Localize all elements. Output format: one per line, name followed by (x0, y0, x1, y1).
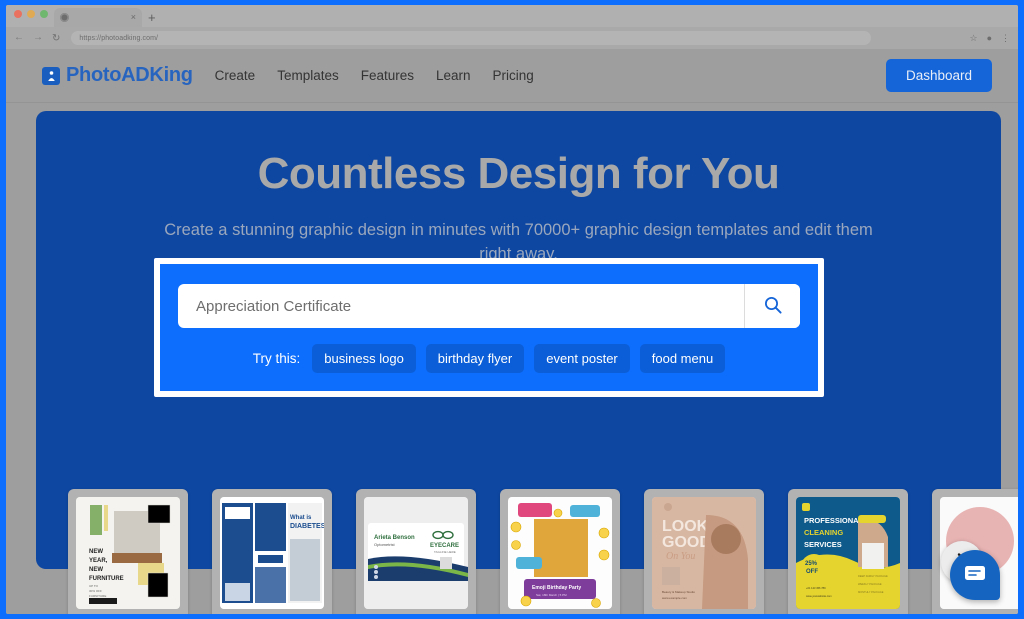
svg-text:UP TO: UP TO (89, 584, 99, 588)
new-tab-button[interactable]: + (148, 11, 156, 27)
search-highlight-box: Try this: business logo birthday flyer e… (154, 258, 824, 397)
poster-thumbnail: LOOK GOOD On You Beauty & Makeup Studio … (652, 497, 756, 609)
chat-message-icon (963, 563, 987, 588)
browser-toolbar: ← → ↻ https://photoadking.com/ ☆ ● ⋮ (6, 27, 1018, 49)
nav-item-templates[interactable]: Templates (277, 68, 339, 83)
svg-text:25%: 25% (805, 561, 818, 567)
browser-tab[interactable]: × (54, 8, 142, 27)
suggestion-chip-business-logo[interactable]: business logo (312, 344, 416, 373)
search-panel: Try this: business logo birthday flyer e… (160, 264, 818, 391)
svg-text:What is: What is (290, 515, 312, 521)
focus-frame: × + ← → ↻ https://photoadking.com/ ☆ ● ⋮ (0, 0, 1024, 619)
maximize-window-button[interactable] (40, 10, 48, 18)
svg-text:DIABETES?: DIABETES? (290, 523, 324, 530)
card-label: Brochure (247, 609, 298, 614)
svg-text:NEW: NEW (89, 567, 103, 573)
svg-text:YEAR,: YEAR, (89, 558, 108, 564)
template-card-invitation[interactable]: Emoji Birthday Party Sat, 18th March | 5… (500, 489, 620, 614)
card-label: Product Ad (817, 609, 878, 614)
template-carousel: NEW YEAR, NEW FURNITURE UP TO 30% OFF FURNIT… (68, 489, 1018, 614)
svg-text:+01 123 456 789: +01 123 456 789 (806, 586, 826, 590)
svg-text:SERVICES: SERVICES (804, 540, 842, 549)
svg-text:FURNITURE: FURNITURE (89, 594, 106, 598)
search-input[interactable] (178, 284, 744, 328)
suggestion-chip-event-poster[interactable]: event poster (534, 344, 630, 373)
address-bar[interactable]: https://photoadking.com/ (71, 31, 872, 45)
forward-icon[interactable]: → (33, 33, 43, 43)
svg-text:WEEKLY PACKAGE: WEEKLY PACKAGE (858, 582, 882, 586)
nav-item-create[interactable]: Create (215, 68, 256, 83)
nav-links: Create Templates Features Learn Pricing (215, 68, 534, 83)
svg-text:CLEANING: CLEANING (804, 528, 843, 537)
svg-text:FURNITURE: FURNITURE (89, 576, 124, 582)
logo-text: PhotoADKing (66, 64, 193, 86)
browser-window: × + ← → ↻ https://photoadking.com/ ☆ ● ⋮ (6, 5, 1018, 614)
card-label: Invitation (535, 609, 585, 614)
toolbar-actions: ☆ ● ⋮ (969, 33, 1010, 43)
suggestion-chip-birthday-flyer[interactable]: birthday flyer (425, 344, 525, 373)
svg-text:www.yourwebsite.com: www.yourwebsite.com (806, 594, 832, 598)
svg-text:Optometrist: Optometrist (374, 542, 396, 547)
svg-text:www.example.com: www.example.com (662, 596, 688, 600)
svg-text:OFF: OFF (806, 569, 818, 575)
svg-text:Beauty & Makeup Studio: Beauty & Makeup Studio (662, 590, 695, 594)
search-bar (178, 284, 800, 328)
reload-icon[interactable]: ↻ (52, 33, 60, 44)
try-this-label: Try this: (252, 351, 301, 366)
browser-menu-icon[interactable]: ⋮ (1001, 33, 1010, 43)
svg-text:Arieta Benson: Arieta Benson (374, 535, 415, 541)
svg-text:30% OFF: 30% OFF (89, 589, 102, 593)
site-navigation: PhotoADKing Create Templates Features Le… (6, 49, 1018, 103)
bookmark-star-icon[interactable]: ☆ (969, 33, 977, 43)
template-card-business-card[interactable]: Arieta Benson Optometrist EYECARE TAGLIN… (356, 489, 476, 614)
svg-text:TAGLINE HERE: TAGLINE HERE (434, 550, 456, 554)
nav-item-pricing[interactable]: Pricing (493, 68, 534, 83)
svg-text:DEEP FAMILY PACKAGE: DEEP FAMILY PACKAGE (858, 574, 888, 578)
nav-item-features[interactable]: Features (361, 68, 414, 83)
template-card-flyer[interactable]: NEW YEAR, NEW FURNITURE UP TO 30% OFF FURNIT… (68, 489, 188, 614)
flyer-thumbnail: NEW YEAR, NEW FURNITURE UP TO 30% OFF FURNIT… (76, 497, 180, 609)
search-button[interactable] (744, 284, 800, 328)
template-card-poster[interactable]: LOOK GOOD On You Beauty & Makeup Studio … (644, 489, 764, 614)
profile-icon[interactable]: ● (987, 33, 992, 43)
site-logo[interactable]: PhotoADKing (42, 64, 193, 87)
svg-text:LOOK: LOOK (662, 518, 709, 535)
suggestions-row: Try this: business logo birthday flyer e… (178, 344, 800, 373)
nav-item-learn[interactable]: Learn (436, 68, 471, 83)
card-label: NAIL (978, 609, 1006, 614)
svg-text:PROFESSIONAL: PROFESSIONAL (804, 516, 864, 525)
svg-text:Sat, 18th March | 5 PM: Sat, 18th March | 5 PM (536, 593, 567, 597)
chat-widget-button[interactable] (950, 550, 1000, 600)
template-card-product-ad[interactable]: PROFESSIONAL CLEANING SERVICES 25% OFF +… (788, 489, 908, 614)
svg-text:EYECARE: EYECARE (430, 543, 459, 549)
browser-tab-bar: × + (6, 5, 1018, 27)
card-label: Flyer (114, 609, 142, 614)
suggestion-chip-food-menu[interactable]: food menu (639, 344, 726, 373)
window-controls (14, 5, 48, 27)
svg-text:GOOD: GOOD (662, 534, 711, 551)
svg-text:MONTHLY PACKAGE: MONTHLY PACKAGE (858, 590, 884, 594)
web-page: PhotoADKing Create Templates Features Le… (6, 49, 1018, 614)
invitation-thumbnail: Emoji Birthday Party Sat, 18th March | 5… (508, 497, 612, 609)
page-title: Countless Design for You (257, 149, 780, 198)
search-icon (763, 295, 783, 318)
close-tab-icon[interactable]: × (131, 13, 136, 22)
svg-text:NEW: NEW (89, 549, 103, 555)
url-text: https://photoadking.com/ (79, 34, 159, 42)
brochure-thumbnail: What is DIABETES? (220, 497, 324, 609)
product-ad-thumbnail: PROFESSIONAL CLEANING SERVICES 25% OFF +… (796, 497, 900, 609)
svg-text:Emoji Birthday Party: Emoji Birthday Party (532, 585, 581, 591)
close-window-button[interactable] (14, 10, 22, 18)
dashboard-button[interactable]: Dashboard (885, 59, 992, 92)
back-icon[interactable]: ← (14, 33, 24, 43)
card-label: Poster (686, 609, 722, 614)
svg-text:On You: On You (666, 551, 695, 562)
minimize-window-button[interactable] (27, 10, 35, 18)
site-favicon (60, 13, 69, 22)
business-card-thumbnail: Arieta Benson Optometrist EYECARE TAGLIN… (364, 497, 468, 609)
logo-mark-icon (42, 66, 60, 85)
template-card-brochure[interactable]: What is DIABETES? Brochure (212, 489, 332, 614)
card-label: Business Card (375, 609, 456, 614)
